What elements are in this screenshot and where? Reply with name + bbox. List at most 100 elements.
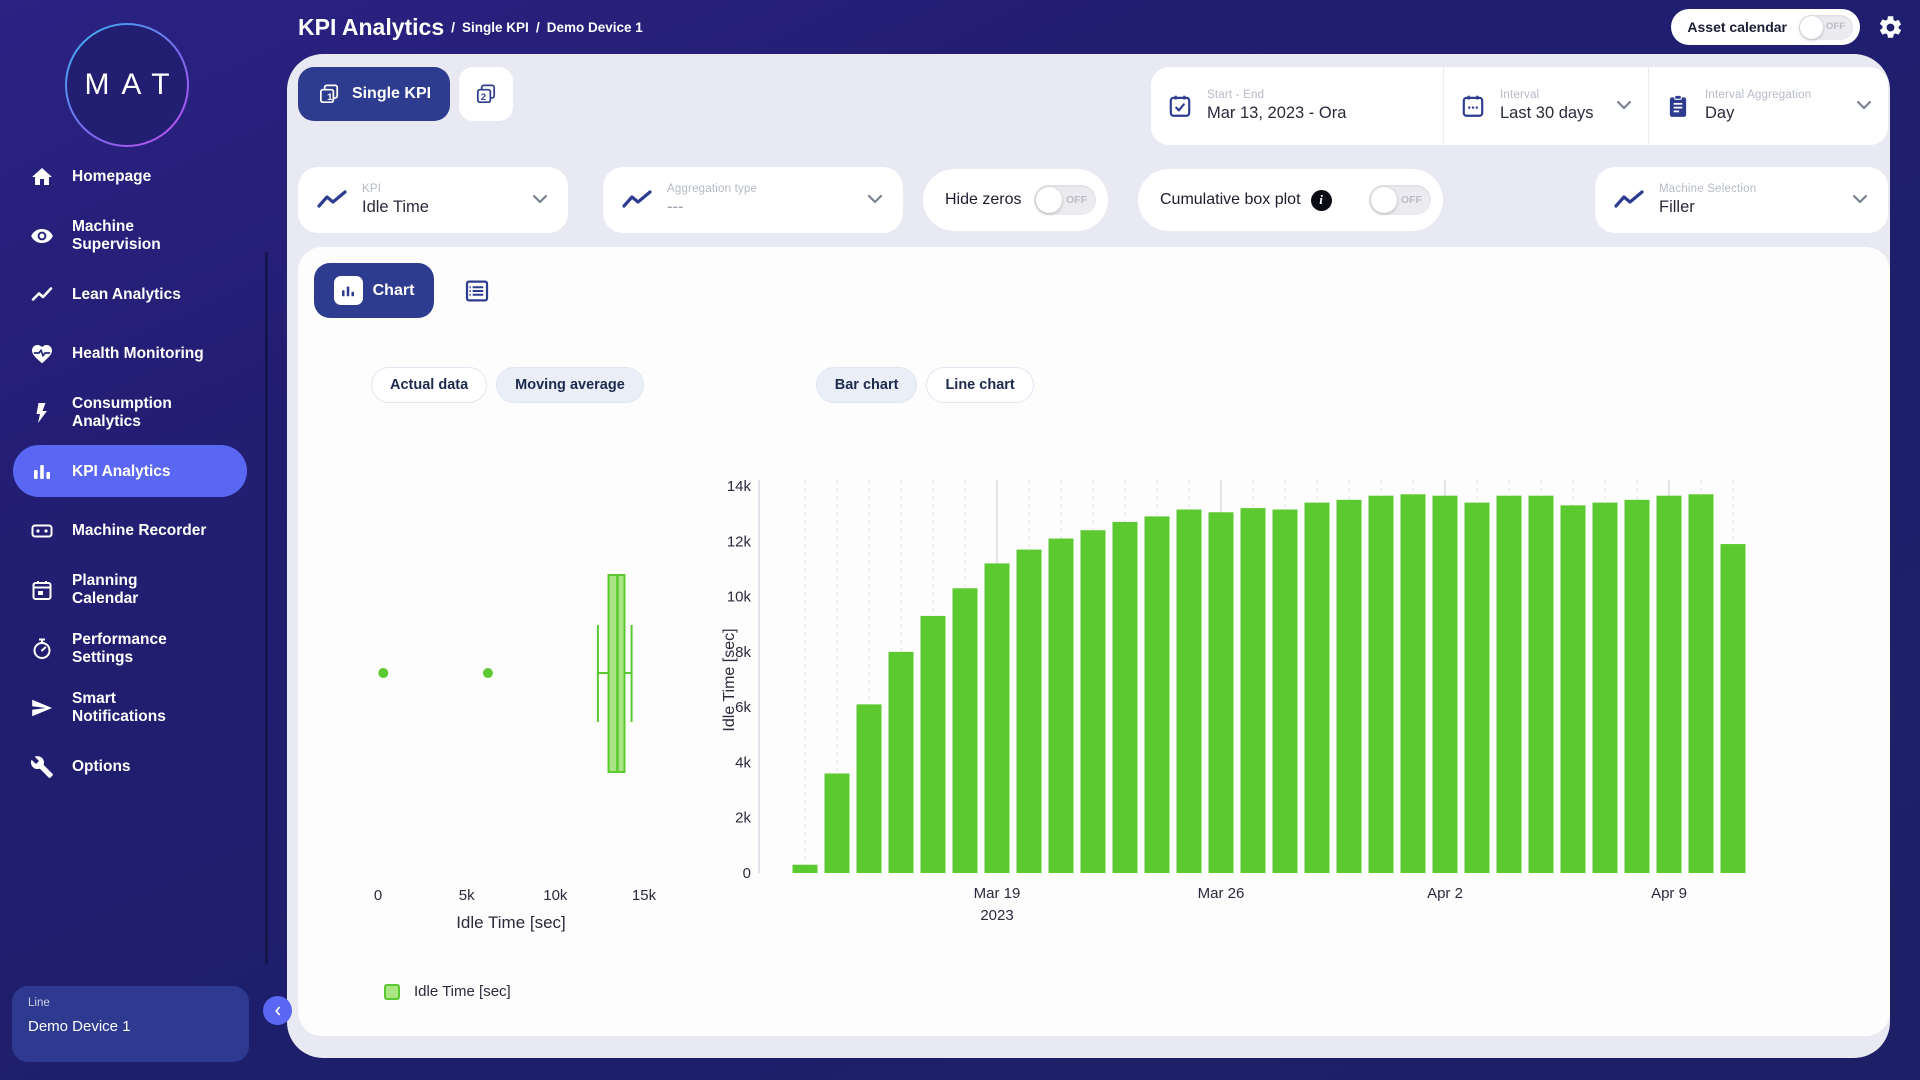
- bar-apr-5[interactable]: [1529, 496, 1554, 873]
- interval-label: Interval: [1500, 89, 1594, 101]
- gear-icon[interactable]: [1877, 14, 1904, 41]
- bar-apr-11[interactable]: [1721, 544, 1746, 873]
- bar-mar-30[interactable]: [1337, 500, 1362, 873]
- cumulative-box-plot-toggle-pill[interactable]: Cumulative box plot i OFF: [1138, 169, 1443, 231]
- sidebar-item-label: KPI Analytics: [72, 463, 232, 481]
- interval-dropdown[interactable]: Interval Last 30 days: [1443, 67, 1648, 145]
- machine-selection-label: Machine Selection: [1659, 183, 1756, 195]
- topbar-right: Asset calendar OFF: [1671, 9, 1904, 45]
- machine-selection-dropdown[interactable]: Machine Selection Filler: [1595, 167, 1888, 233]
- bar-mar-20[interactable]: [1017, 550, 1042, 873]
- interval-aggregation-label: Interval Aggregation: [1705, 89, 1811, 101]
- bar-mar-16[interactable]: [889, 652, 914, 873]
- bar-mar-15[interactable]: [857, 704, 882, 873]
- bar-apr-6[interactable]: [1561, 505, 1586, 873]
- chart-panel: Chart Actual data Moving average Bar cha…: [298, 247, 1890, 1036]
- sidebar-item-options[interactable]: Options: [0, 737, 270, 796]
- app-logo: MAT: [65, 23, 189, 147]
- hide-zeros-toggle-pill[interactable]: Hide zeros OFF: [923, 169, 1108, 231]
- trend-icon: [30, 283, 54, 307]
- sidebar-item-kpi-analytics[interactable]: KPI Analytics: [0, 442, 270, 501]
- bar-mar-14[interactable]: [825, 773, 850, 873]
- boxplot-chart: 05k10k15kIdle Time [sec]: [298, 427, 728, 957]
- aggregation-type-value: ---: [667, 198, 757, 217]
- bar-mar-24[interactable]: [1145, 516, 1170, 873]
- bar-mar-19[interactable]: [985, 563, 1010, 873]
- bar-apr-9[interactable]: [1657, 496, 1682, 873]
- sidebar-item-machine-recorder[interactable]: Machine Recorder: [0, 501, 270, 560]
- boxplot-outlier[interactable]: [378, 668, 388, 678]
- chart-legend[interactable]: Idle Time [sec]: [384, 983, 511, 1000]
- boxplot-x-axis-label: Idle Time [sec]: [456, 913, 566, 932]
- sidebar-collapse-button[interactable]: [263, 996, 292, 1025]
- aggregation-type-dropdown[interactable]: Aggregation type ---: [603, 167, 903, 233]
- moving-average-button[interactable]: Moving average: [496, 367, 644, 403]
- bar-apr-3[interactable]: [1465, 503, 1490, 873]
- bar-mar-31[interactable]: [1369, 496, 1394, 873]
- bar-mar-13[interactable]: [793, 865, 818, 873]
- boxplot-outlier[interactable]: [483, 668, 493, 678]
- content-area: 1 Single KPI 2 Start - End Mar 13, 2023 …: [287, 54, 1890, 1058]
- bar-apr-4[interactable]: [1497, 496, 1522, 873]
- bar-mar-21[interactable]: [1049, 539, 1074, 873]
- chart-tab[interactable]: Chart: [314, 263, 434, 318]
- hide-zeros-switch[interactable]: OFF: [1034, 185, 1096, 215]
- table-view-button[interactable]: [462, 276, 492, 306]
- bar-apr-8[interactable]: [1625, 500, 1650, 873]
- sidebar-item-label: Performance Settings: [72, 631, 232, 667]
- boxplot-x-tick: 10k: [543, 887, 568, 904]
- sidebar-item-smart-notifications[interactable]: Smart Notifications: [0, 678, 270, 737]
- bar-mar-22[interactable]: [1081, 530, 1106, 873]
- bar-mar-18[interactable]: [953, 588, 978, 873]
- bar-mar-23[interactable]: [1113, 522, 1138, 873]
- sidebar-item-lean-analytics[interactable]: Lean Analytics: [0, 265, 270, 324]
- sidebar-item-consumption-analytics[interactable]: Consumption Analytics: [0, 383, 270, 442]
- bar-mar-25[interactable]: [1177, 509, 1202, 873]
- single-kpi-tab[interactable]: 1 Single KPI: [298, 67, 450, 121]
- single-layer-icon: 1: [317, 82, 342, 107]
- bar-apr-10[interactable]: [1689, 494, 1714, 873]
- selected-device-card[interactable]: Line Demo Device 1: [12, 986, 249, 1062]
- info-icon[interactable]: i: [1311, 190, 1332, 211]
- calendar-check-icon: [1167, 93, 1193, 119]
- calendar-dots-icon: [1460, 93, 1486, 119]
- cumulative-box-plot-switch[interactable]: OFF: [1369, 185, 1431, 215]
- sidebar-item-planning-calendar[interactable]: Planning Calendar: [0, 560, 270, 619]
- bar-mar-17[interactable]: [921, 616, 946, 873]
- sidebar-item-health-monitoring[interactable]: Health Monitoring: [0, 324, 270, 383]
- sidebar: MAT Homepage Machine Supervision Lean An…: [0, 0, 270, 1080]
- bar-mar-26[interactable]: [1209, 512, 1234, 873]
- bar-apr-1[interactable]: [1401, 494, 1426, 873]
- multiple-kpi-tab[interactable]: 2: [459, 67, 513, 121]
- x-tick: Mar 26: [1198, 885, 1245, 902]
- sidebar-item-label: Consumption Analytics: [72, 395, 232, 431]
- start-end-picker[interactable]: Start - End Mar 13, 2023 - Ora: [1151, 67, 1443, 145]
- bar-mar-28[interactable]: [1273, 509, 1298, 873]
- sidebar-item-homepage[interactable]: Homepage: [0, 147, 270, 206]
- cumulative-box-plot-label: Cumulative box plot: [1160, 191, 1301, 209]
- boxplot-x-tick: 5k: [459, 887, 475, 904]
- toggle-knob: [1800, 16, 1823, 39]
- boxplot-x-tick: 15k: [632, 887, 657, 904]
- kpi-label: KPI: [362, 183, 429, 195]
- kpi-dropdown[interactable]: KPI Idle Time: [298, 167, 568, 233]
- breadcrumb-level2[interactable]: Demo Device 1: [547, 20, 643, 35]
- bar-apr-7[interactable]: [1593, 503, 1618, 873]
- asset-calendar-toggle-pill[interactable]: Asset calendar OFF: [1671, 9, 1860, 45]
- asset-calendar-switch[interactable]: OFF: [1799, 15, 1853, 40]
- actual-data-button[interactable]: Actual data: [371, 367, 487, 403]
- wrench-icon: [30, 755, 54, 779]
- sidebar-item-machine-supervision[interactable]: Machine Supervision: [0, 206, 270, 265]
- bar-mar-27[interactable]: [1241, 508, 1266, 873]
- bar-apr-2[interactable]: [1433, 496, 1458, 873]
- send-icon: [30, 696, 54, 720]
- filters-row: KPI Idle Time Aggregation type --- Hide …: [287, 167, 1890, 233]
- breadcrumb-level1[interactable]: Single KPI: [462, 20, 529, 35]
- sidebar-scrollbar[interactable]: [265, 252, 268, 964]
- chevron-down-icon: [532, 191, 548, 209]
- sidebar-item-label: Smart Notifications: [72, 690, 232, 726]
- sidebar-item-performance-settings[interactable]: Performance Settings: [0, 619, 270, 678]
- recorder-icon: [30, 519, 54, 543]
- interval-aggregation-dropdown[interactable]: Interval Aggregation Day: [1648, 67, 1888, 145]
- bar-mar-29[interactable]: [1305, 503, 1330, 873]
